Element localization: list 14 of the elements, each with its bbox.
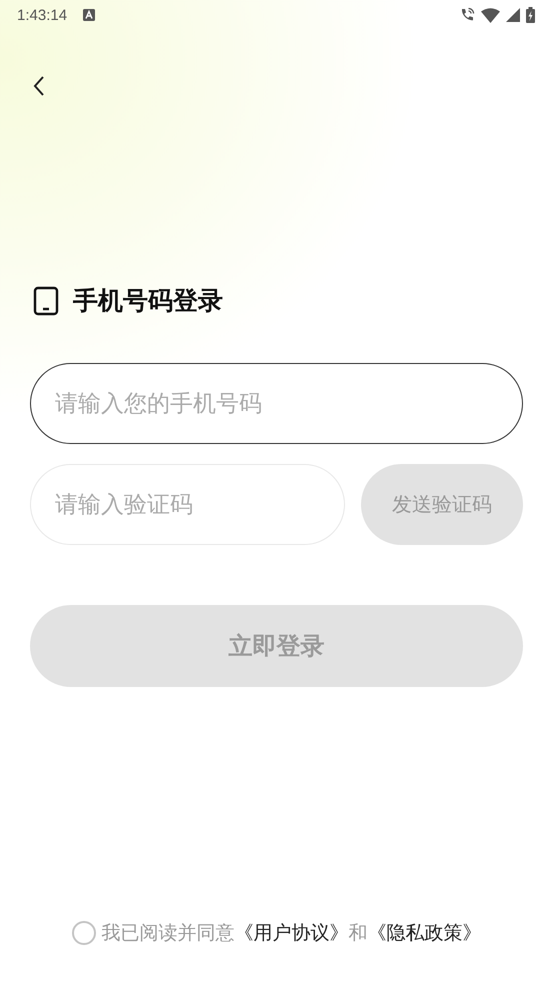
page-title: 手机号码登录 [73, 285, 223, 317]
status-time: 1:43:14 [17, 6, 68, 24]
agreement-checkbox[interactable] [72, 921, 96, 945]
call-icon [459, 7, 475, 23]
agreement-link[interactable]: 《隐私政策》 [368, 922, 482, 944]
agreement-link[interactable]: 《用户协议》 [234, 922, 348, 944]
keyboard-notification-icon [83, 9, 96, 21]
battery-icon [526, 7, 535, 23]
phone-icon [33, 286, 59, 316]
signal-icon [506, 8, 520, 22]
code-input-field[interactable]: 请输入验证码 [30, 464, 345, 545]
agreement-text: 我已阅读并同意《用户协议》和《隐私政策》 [102, 921, 482, 946]
wifi-icon [481, 8, 500, 22]
phone-input-field[interactable]: 请输入您的手机号码 [30, 363, 523, 444]
